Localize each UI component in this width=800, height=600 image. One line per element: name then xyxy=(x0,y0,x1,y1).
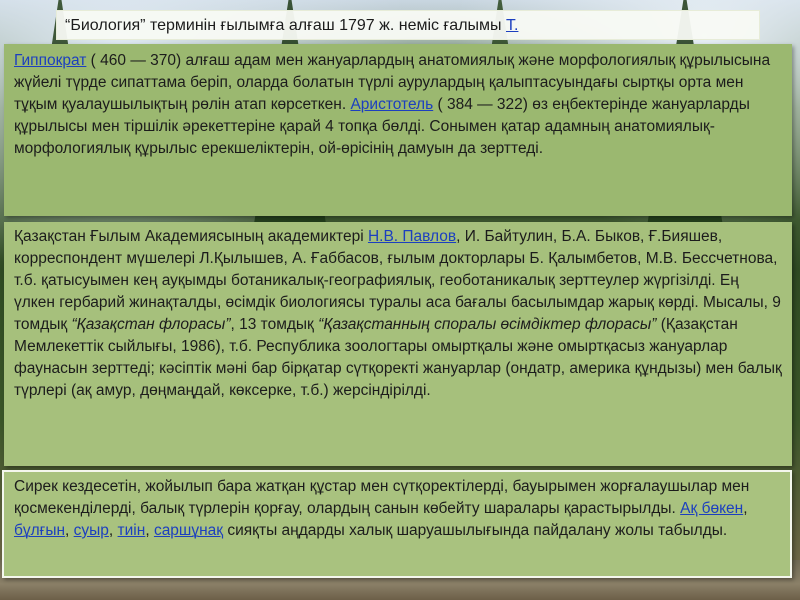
link-pavlov[interactable]: Н.В. Павлов xyxy=(368,228,456,245)
title-text: “Биология” терминін ғылымға алғаш 1797 ж… xyxy=(65,17,506,34)
separator: , xyxy=(145,522,154,539)
link-gopher[interactable]: саршұнақ xyxy=(154,522,223,539)
separator: , xyxy=(65,522,74,539)
book-title-flora: “Қазақстан флорасы” xyxy=(71,316,231,333)
paragraph-text: , 13 томдық xyxy=(230,316,319,333)
separator: , xyxy=(108,522,118,539)
link-squirrel[interactable]: тиін xyxy=(118,522,146,539)
paragraph-rare-species: Сирек кездесетін, жойылып бара жатқан құ… xyxy=(2,470,792,578)
paragraph-text: Қазақстан Ғылым Академиясының академикте… xyxy=(14,228,368,245)
paragraph-text: сияқты аңдарды халық шаруашылығында пайд… xyxy=(223,522,728,539)
link-hippocrates[interactable]: Гиппократ xyxy=(14,52,86,69)
paragraph-hippocrates-aristotle: Гиппократ ( 460 — 370) алғаш адам мен жа… xyxy=(4,44,792,216)
separator: , xyxy=(743,500,748,517)
link-sable[interactable]: бұлғын xyxy=(14,522,65,539)
link-saiga[interactable]: Ақ бөкен xyxy=(680,500,743,517)
link-marmot[interactable]: суыр xyxy=(74,522,109,539)
link-t[interactable]: Т. xyxy=(506,17,518,34)
title-bar: “Биология” терминін ғылымға алғаш 1797 ж… xyxy=(56,10,760,40)
book-title-spore-flora: “Қазақстанның споралы өсімдіктер флорасы… xyxy=(318,316,657,333)
paragraph-kazakhstan-academy: Қазақстан Ғылым Академиясының академикте… xyxy=(4,222,792,466)
link-aristotle[interactable]: Аристотель xyxy=(350,96,433,113)
paragraph-text: Сирек кездесетін, жойылып бара жатқан құ… xyxy=(14,478,750,517)
